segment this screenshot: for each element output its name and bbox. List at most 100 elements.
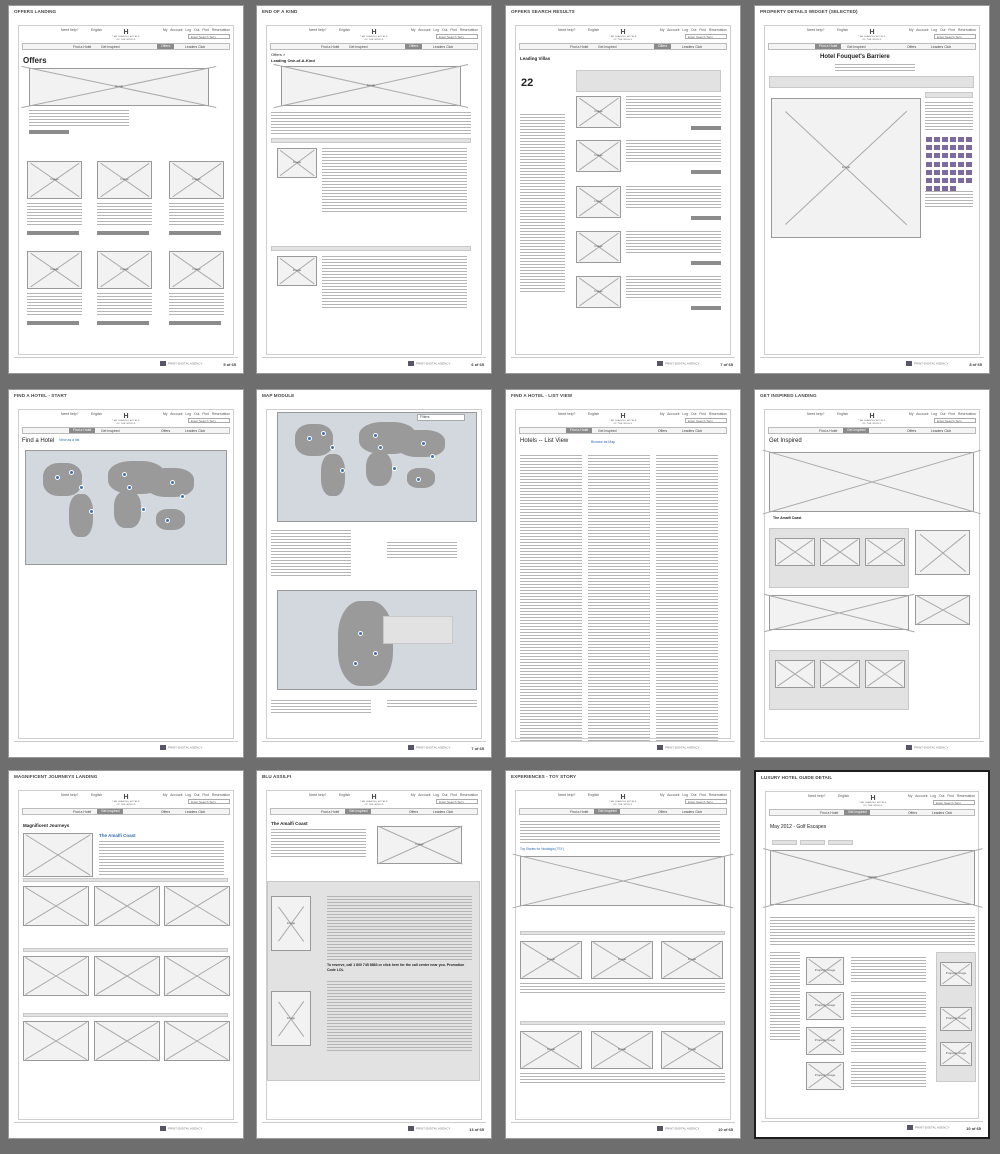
action-button[interactable]	[27, 321, 79, 325]
world-map[interactable]	[277, 412, 477, 522]
search-input[interactable]: Enter Search Term	[188, 34, 230, 39]
map-pin[interactable]	[353, 661, 358, 666]
calendar-day[interactable]	[966, 177, 972, 183]
feature-link[interactable]: The Amalfi Coast	[99, 833, 136, 839]
action-button[interactable]	[169, 321, 221, 325]
nav-tab-offers[interactable]: Offers	[161, 429, 170, 433]
nav-tab-offers[interactable]: Offers	[658, 429, 667, 433]
nav-tab-find-a-hotel[interactable]: Find a Hotel	[820, 811, 838, 815]
nav-tab-find-a-hotel[interactable]: Find a Hotel	[73, 45, 91, 49]
action-button[interactable]	[691, 306, 721, 310]
calendar-day[interactable]	[926, 161, 932, 167]
language-selector[interactable]: English	[838, 794, 849, 798]
nav-tab-get-inspired[interactable]: Get Inspired	[843, 428, 870, 433]
calendar-day[interactable]	[966, 137, 972, 142]
search-input[interactable]: Enter Search Term	[934, 34, 976, 39]
map-pin[interactable]	[358, 631, 363, 636]
map-pin[interactable]	[306, 435, 312, 441]
account-links[interactable]: My Account Log Out Find Reservation	[660, 28, 727, 32]
language-selector[interactable]: English	[588, 28, 599, 32]
map-pin[interactable]	[127, 484, 132, 490]
calendar-day[interactable]	[934, 161, 940, 167]
action-button[interactable]	[169, 231, 221, 235]
site-logo[interactable]: H THE LEADING HOTELS OF THE WORLD	[111, 413, 141, 425]
calendar-day[interactable]	[942, 145, 948, 151]
world-map[interactable]	[25, 450, 227, 565]
help-link[interactable]: Need help?	[808, 794, 825, 798]
nav-tab-offers[interactable]: Offers	[161, 810, 170, 814]
nav-tab-find-a-hotel[interactable]: Find a Hotel	[570, 45, 588, 49]
help-link[interactable]: Need help?	[309, 28, 326, 32]
filters-dropdown[interactable]: Filters	[417, 414, 465, 421]
language-selector[interactable]: English	[339, 793, 350, 797]
calendar-day[interactable]	[958, 145, 964, 151]
account-links[interactable]: My Account Log Out Find Reservation	[909, 28, 976, 32]
nav-tab-offers[interactable]: Offers	[907, 429, 916, 433]
calendar-day[interactable]	[942, 177, 948, 183]
calendar-day[interactable]	[958, 169, 964, 175]
search-input[interactable]: Enter Search Term	[188, 418, 230, 423]
help-link[interactable]: Need help?	[558, 793, 575, 797]
nav-tab-leaders-club[interactable]: Leaders Club	[931, 429, 951, 433]
search-input[interactable]: Enter Search Term	[685, 799, 727, 804]
nav-tab-get-inspired[interactable]: Get Inspired	[598, 429, 616, 433]
nav-tab-find-a-hotel[interactable]: Find a Hotel	[570, 810, 588, 814]
action-button[interactable]	[29, 130, 69, 134]
help-link[interactable]: Need help?	[807, 28, 824, 32]
site-logo[interactable]: H THE LEADING HOTELS OF THE WORLD	[858, 795, 888, 807]
account-links[interactable]: My Account Log Out Find Reservation	[909, 412, 976, 416]
map-pin[interactable]	[430, 454, 436, 460]
search-input[interactable]: Enter Search Term	[436, 799, 478, 804]
language-selector[interactable]: English	[91, 793, 102, 797]
map-pin[interactable]	[54, 474, 60, 480]
help-link[interactable]: Need help?	[309, 793, 326, 797]
wireframe-page[interactable]: PROPERTY DETAILS WIDGET (SELECTED) PRINT-…	[754, 5, 990, 374]
map-pin[interactable]	[339, 468, 345, 473]
calendar-day[interactable]	[942, 161, 948, 167]
site-logo[interactable]: H THE LEADING HOTELS OF THE WORLD	[608, 413, 638, 425]
calendar-day[interactable]	[966, 169, 972, 175]
nav-tab-offers[interactable]: Offers	[908, 811, 917, 815]
account-links[interactable]: My Account Log Out Find Reservation	[163, 28, 230, 32]
search-input[interactable]: Enter Search Term	[188, 799, 230, 804]
calendar-day[interactable]	[934, 153, 940, 159]
calendar-day[interactable]	[926, 153, 932, 159]
nav-tab-find-a-hotel[interactable]: Find a Hotel	[69, 428, 96, 433]
help-link[interactable]: Need help?	[807, 412, 824, 416]
nav-tab-leaders-club[interactable]: Leaders Club	[682, 429, 702, 433]
calendar-day[interactable]	[958, 177, 964, 183]
nav-tab-leaders-club[interactable]: Leaders Club	[185, 429, 205, 433]
calendar-day[interactable]	[942, 169, 948, 175]
site-logo[interactable]: H THE LEADING HOTELS OF THE WORLD	[359, 794, 389, 806]
nav-tab-get-inspired[interactable]: Get Inspired	[97, 809, 124, 814]
calendar-day[interactable]	[934, 137, 940, 142]
wireframe-page[interactable]: MAGNIFICENT JOURNEYS LANDING PRINT-DIGITA…	[8, 770, 244, 1139]
nav-tab-get-inspired[interactable]: Get Inspired	[345, 809, 372, 814]
nav-tab-leaders-club[interactable]: Leaders Club	[433, 45, 453, 49]
action-button[interactable]	[691, 126, 721, 130]
nav-tab-offers[interactable]: Offers	[409, 810, 418, 814]
wireframe-page[interactable]: MAP MODULE PRINT-DIGITAL AGENCY 7 of 65 Fil…	[256, 389, 492, 758]
language-selector[interactable]: English	[837, 412, 848, 416]
help-link[interactable]: Need help?	[61, 793, 78, 797]
nav-tab-get-inspired[interactable]: Get Inspired	[594, 809, 621, 814]
nav-tab-find-a-hotel[interactable]: Find a Hotel	[566, 428, 593, 433]
action-button[interactable]	[27, 231, 79, 235]
calendar-day[interactable]	[958, 137, 964, 142]
site-logo[interactable]: H THE LEADING HOTELS OF THE WORLD	[111, 794, 141, 806]
browse-map-link[interactable]: Browse as Map	[591, 440, 615, 445]
map-pin[interactable]	[330, 445, 336, 451]
account-links[interactable]: My Account Log Out Find Reservation	[660, 793, 727, 797]
action-button[interactable]	[97, 231, 149, 235]
calendar-day[interactable]	[966, 145, 972, 151]
language-selector[interactable]: English	[837, 28, 848, 32]
calendar-day[interactable]	[966, 161, 972, 167]
wireframe-page[interactable]: END OF A KIND PRINT-DIGITAL AGENCY 6 of 65…	[256, 5, 492, 374]
calendar-day[interactable]	[926, 137, 932, 142]
search-input[interactable]: Enter Search Term	[436, 34, 478, 39]
tab-1[interactable]	[772, 840, 797, 845]
nav-tab-offers[interactable]: Offers	[654, 44, 672, 49]
site-logo[interactable]: H THE LEADING HOTELS OF THE WORLD	[608, 794, 638, 806]
calendar-day[interactable]	[942, 153, 948, 159]
nav-tab-find-a-hotel[interactable]: Find a Hotel	[819, 429, 837, 433]
